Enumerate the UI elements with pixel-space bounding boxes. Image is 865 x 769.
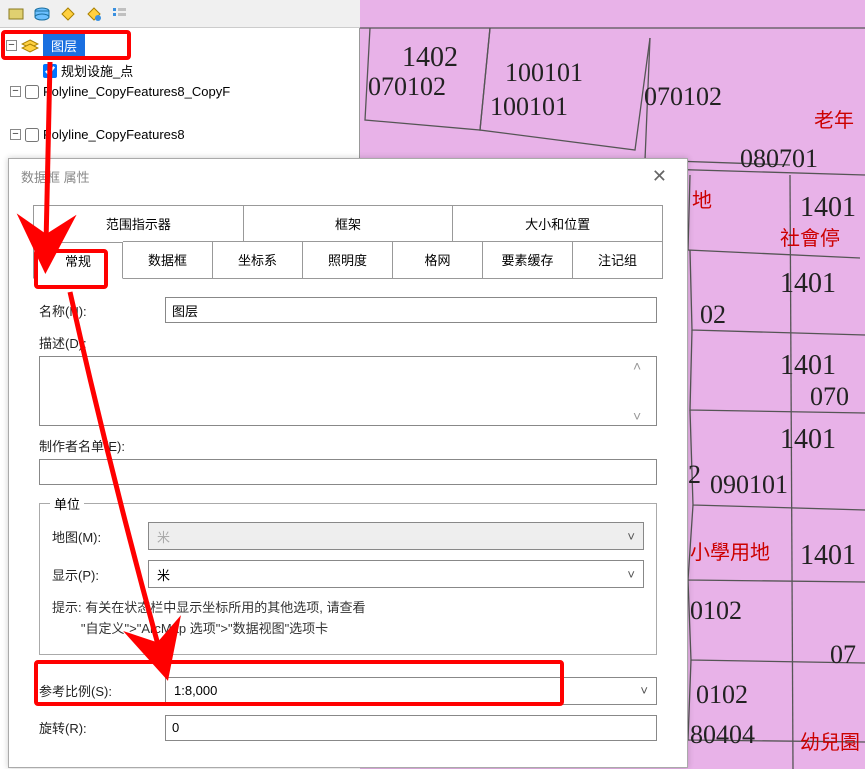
credits-label: 制作者名单(E): [39,439,125,454]
display-units-select[interactable]: 米˅ [148,560,644,588]
layer-item-label[interactable]: Polyline_CopyFeatures8 [43,127,185,142]
tab-illumination[interactable]: 照明度 [303,241,393,278]
credits-input[interactable] [39,459,657,485]
general-tab-content: 名称(N): 描述(D): ˄˅ 制作者名单(E): 单位 地图(M): 米˅ … [9,279,687,759]
map-label: 80404 [690,720,755,750]
rotation-label: 旋转(R): [39,718,149,737]
refscale-combo[interactable]: 1:8,000˅ [165,677,657,705]
layer-checkbox[interactable] [25,85,39,99]
map-label: 1401 [780,350,836,382]
map-label: 2 [688,460,701,490]
expander-icon[interactable]: − [10,129,21,140]
tab-extent-indicators[interactable]: 范围指示器 [33,205,244,241]
units-hint: 提示: 有关在状态栏中显示坐标所用的其他选项, 请查看 "自定义">"ArcMa… [52,598,644,640]
layers-icon [21,39,39,53]
map-label: 0102 [690,596,742,626]
refscale-label: 参考比例(S): [39,681,149,700]
tab-coordsys[interactable]: 坐标系 [213,241,303,278]
map-label: 社會停 [780,222,840,251]
map-label: 070102 [368,72,446,102]
display-units-label: 显示(P): [52,565,132,584]
tab-grids[interactable]: 格网 [393,241,483,278]
desc-label: 描述(D): [39,336,87,351]
chevron-down-icon: ˅ [627,529,635,544]
map-label: 100101 [505,58,583,88]
map-label: 0102 [696,680,748,710]
map-label: 070102 [644,82,722,112]
dialog-tabs: 范围指示器 框架 大小和位置 常规 数据框 坐标系 照明度 格网 要素缓存 注记… [33,205,663,279]
name-label: 名称(N): [39,301,149,320]
layer-checkbox[interactable] [25,128,39,142]
scroll-up-icon[interactable]: ˄ [633,358,655,374]
map-units-select[interactable]: 米˅ [148,522,644,550]
dataframe-properties-dialog: 数据框 属性 ✕ 范围指示器 框架 大小和位置 常规 数据框 坐标系 照明度 格… [8,158,688,768]
map-label: 1402 [402,42,458,74]
map-label: 070 [810,382,849,412]
toolbar-icon-4[interactable] [84,4,104,24]
tab-anno-groups[interactable]: 注记组 [573,241,663,278]
map-units-label: 地图(M): [52,527,132,546]
map-label: 老年 [814,104,854,133]
map-label: 100101 [490,92,568,122]
tab-size-position[interactable]: 大小和位置 [453,205,663,241]
dialog-title: 数据框 属性 [21,167,90,186]
rotation-input[interactable] [165,715,657,741]
expander-icon[interactable]: − [6,40,17,51]
close-icon[interactable]: ✕ [644,162,675,191]
map-label: 07 [830,640,856,670]
toolbar-icon-1[interactable] [6,4,26,24]
map-label: 1401 [780,268,836,300]
map-label: 02 [700,300,726,330]
layer-checkbox[interactable] [43,64,57,78]
toolbar-icon-5[interactable] [110,4,130,24]
chevron-down-icon: ˅ [640,683,648,698]
tab-dataframe[interactable]: 数据框 [123,241,213,278]
map-label: 幼兒園 [800,726,860,755]
toolbar-icon-2[interactable] [32,4,52,24]
map-label: 小學用地 [690,536,770,565]
map-label: 090101 [710,470,788,500]
map-label: 080701 [740,144,818,174]
chevron-down-icon: ˅ [627,567,635,582]
map-label: 1401 [780,424,836,456]
name-input[interactable] [165,297,657,323]
map-label: 1401 [800,540,856,572]
toc-root-label: 图层 [43,34,85,57]
dialog-titlebar: 数据框 属性 ✕ [9,159,687,193]
tab-feature-cache[interactable]: 要素缓存 [483,241,573,278]
map-label: 地 [692,184,712,213]
toc-root[interactable]: 图层 [21,34,85,57]
units-group-title: 单位 [50,494,84,513]
scrollbar[interactable]: ˄˅ [633,358,655,424]
tab-frame[interactable]: 框架 [244,205,454,241]
toolbar-icon-3[interactable] [58,4,78,24]
layer-item-label[interactable]: Polyline_CopyFeatures8_CopyF [43,84,230,99]
map-label: 1401 [800,192,856,224]
tab-general[interactable]: 常规 [33,242,123,279]
scroll-down-icon[interactable]: ˅ [633,408,655,424]
desc-textarea[interactable] [39,356,657,426]
layer-item-label[interactable]: 规划设施_点 [61,61,133,80]
expander-icon[interactable]: − [10,86,21,97]
